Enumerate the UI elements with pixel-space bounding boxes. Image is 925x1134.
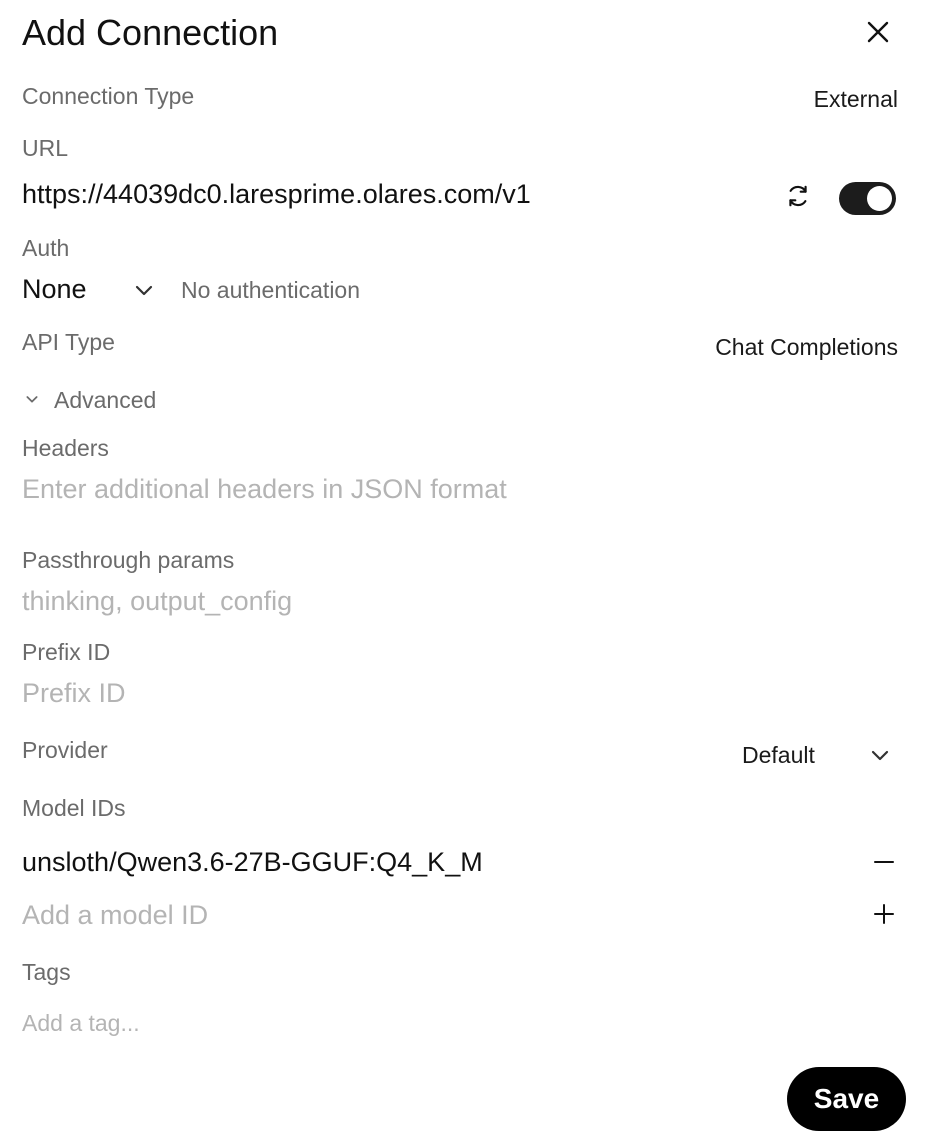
api-type-label: API Type	[22, 329, 115, 355]
auth-description: No authentication	[181, 277, 361, 303]
plus-icon	[874, 904, 894, 924]
toggle-knob	[867, 186, 892, 211]
headers-label: Headers	[22, 435, 109, 461]
auth-label: Auth	[22, 235, 70, 261]
model-id-item: unsloth/Qwen3.6-27B-GGUF:Q4_K_M	[22, 847, 483, 877]
auth-select[interactable]: None	[22, 272, 162, 308]
provider-select-value: Default	[742, 742, 815, 768]
provider-label: Provider	[22, 737, 108, 763]
add-model-id-input[interactable]	[22, 898, 842, 932]
prefix-id-label: Prefix ID	[22, 639, 111, 665]
verify-connection-button[interactable]	[781, 179, 815, 213]
minus-icon	[874, 861, 894, 863]
tags-input[interactable]	[22, 1008, 882, 1038]
passthrough-label: Passthrough params	[22, 547, 235, 573]
close-button[interactable]	[860, 14, 896, 50]
remove-model-button[interactable]	[868, 846, 900, 878]
prefix-id-input[interactable]	[22, 676, 882, 710]
save-button[interactable]: Save	[787, 1067, 906, 1131]
url-input[interactable]	[22, 178, 762, 210]
chevron-down-icon	[871, 750, 889, 761]
url-label: URL	[22, 135, 69, 161]
enable-toggle[interactable]	[839, 182, 896, 215]
advanced-label: Advanced	[54, 387, 157, 413]
close-icon	[867, 21, 889, 43]
connection-type-label: Connection Type	[22, 83, 195, 109]
passthrough-input[interactable]	[22, 584, 882, 618]
chevron-down-icon	[135, 285, 153, 296]
connection-type-toggle[interactable]: External	[814, 86, 898, 113]
api-type-toggle[interactable]: Chat Completions	[715, 334, 898, 361]
dialog-title: Add Connection	[22, 12, 279, 53]
chevron-down-icon	[26, 396, 38, 403]
provider-select[interactable]: Default	[736, 738, 898, 772]
refresh-icon	[789, 185, 807, 207]
tags-label: Tags	[22, 959, 71, 985]
add-model-button[interactable]	[868, 898, 900, 930]
headers-input[interactable]	[22, 472, 882, 506]
model-ids-label: Model IDs	[22, 795, 126, 821]
auth-select-value: None	[22, 274, 87, 304]
